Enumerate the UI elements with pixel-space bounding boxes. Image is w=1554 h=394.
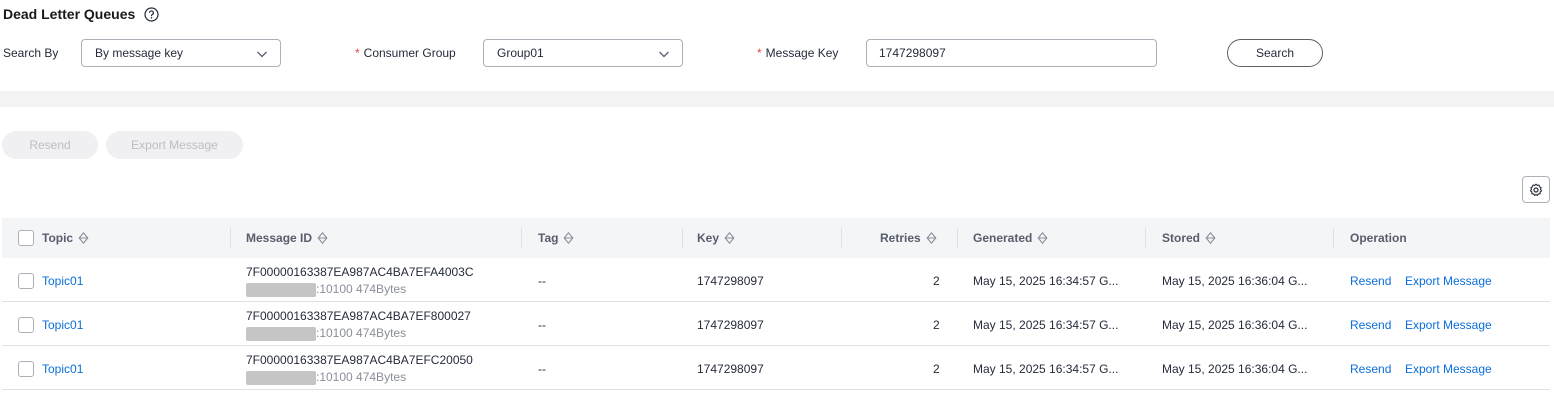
row-export-message-link[interactable]: Export Message [1405, 362, 1492, 376]
sort-icon [724, 232, 735, 244]
column-retries[interactable]: Retries [880, 218, 937, 258]
generated-value: May 15, 2025 16:34:57 G... [973, 362, 1119, 376]
message-id: 7F00000163387EA987AC4BA7EF800027 [246, 309, 471, 323]
required-mark: * [355, 46, 360, 60]
search-by-select[interactable]: By message key [81, 39, 281, 67]
column-key-label: Key [697, 231, 720, 245]
tag-value: -- [538, 274, 546, 288]
table-settings-button[interactable] [1522, 176, 1550, 203]
topic-link[interactable]: Topic01 [42, 318, 83, 332]
search-by-label: Search By [3, 46, 59, 60]
section-divider [0, 91, 1554, 107]
message-key-value: 1747298097 [879, 46, 946, 60]
sort-icon [317, 232, 328, 244]
column-message-id[interactable]: Message ID [246, 218, 328, 258]
column-operation-label: Operation [1350, 231, 1407, 245]
masked-ip [246, 282, 316, 297]
masked-ip [246, 326, 316, 341]
row-resend-link[interactable]: Resend [1350, 362, 1391, 376]
sort-icon [78, 232, 89, 244]
message-address: :10100 474Bytes [246, 326, 406, 341]
column-divider [957, 228, 958, 248]
message-address: :10100 474Bytes [246, 370, 406, 385]
chevron-down-icon [659, 51, 669, 58]
message-key-label-text: Message Key [765, 46, 839, 60]
table-row: Topic01 7F00000163387EA987AC4BA7EFA4003C… [2, 258, 1550, 302]
row-export-message-link[interactable]: Export Message [1405, 318, 1492, 332]
consumer-group-select[interactable]: Group01 [483, 39, 683, 67]
consumer-group-value: Group01 [497, 46, 544, 60]
column-generated-label: Generated [973, 231, 1033, 245]
sort-icon [1037, 232, 1048, 244]
stored-value: May 15, 2025 16:36:04 G... [1162, 318, 1308, 332]
required-mark: * [757, 46, 762, 60]
message-key-label: * Message Key [757, 46, 838, 60]
column-topic[interactable]: Topic [42, 218, 89, 258]
column-tag[interactable]: Tag [538, 218, 574, 258]
column-retries-label: Retries [880, 231, 921, 245]
search-button[interactable]: Search [1227, 39, 1323, 67]
resend-button[interactable]: Resend [2, 131, 98, 159]
question-circle-icon[interactable] [144, 6, 159, 22]
generated-value: May 15, 2025 16:34:57 G... [973, 274, 1119, 288]
row-resend-link[interactable]: Resend [1350, 318, 1391, 332]
retries-value: 2 [933, 274, 940, 288]
column-divider [1333, 228, 1334, 248]
table-row: Topic01 7F00000163387EA987AC4BA7EFC20050… [2, 346, 1550, 390]
chevron-down-icon [257, 51, 267, 58]
page-title: Dead Letter Queues [3, 6, 136, 22]
row-resend-link[interactable]: Resend [1350, 274, 1391, 288]
message-address: :10100 474Bytes [246, 282, 406, 297]
select-all-checkbox[interactable] [18, 230, 34, 246]
column-generated[interactable]: Generated [973, 218, 1048, 258]
topic-link[interactable]: Topic01 [42, 274, 83, 288]
column-divider [230, 228, 231, 248]
key-value: 1747298097 [697, 318, 764, 332]
row-checkbox[interactable] [18, 361, 34, 377]
page-header: Dead Letter Queues [3, 6, 159, 22]
sort-icon [926, 232, 937, 244]
message-size: :10100 474Bytes [316, 282, 407, 296]
table-row: Topic01 7F00000163387EA987AC4BA7EF800027… [2, 302, 1550, 346]
gear-icon [1529, 183, 1543, 196]
stored-value: May 15, 2025 16:36:04 G... [1162, 274, 1308, 288]
column-topic-label: Topic [42, 231, 74, 245]
column-stored-label: Stored [1162, 231, 1201, 245]
consumer-group-label-text: Consumer Group [363, 46, 456, 60]
message-size: :10100 474Bytes [316, 326, 407, 340]
row-checkbox[interactable] [18, 317, 34, 333]
generated-value: May 15, 2025 16:34:57 G... [973, 318, 1119, 332]
masked-ip [246, 370, 316, 385]
message-size: :10100 474Bytes [316, 370, 407, 384]
consumer-group-label: * Consumer Group [355, 46, 456, 60]
column-divider [1145, 228, 1146, 248]
message-key-input[interactable]: 1747298097 [866, 39, 1157, 67]
column-operation: Operation [1350, 218, 1407, 258]
dlq-table: Topic Message ID Tag Key Retries Generat… [2, 218, 1550, 390]
column-divider [682, 228, 683, 248]
row-checkbox[interactable] [18, 273, 34, 289]
column-key[interactable]: Key [697, 218, 735, 258]
export-message-button[interactable]: Export Message [106, 131, 243, 159]
message-id: 7F00000163387EA987AC4BA7EFA4003C [246, 265, 474, 279]
message-id: 7F00000163387EA987AC4BA7EFC20050 [246, 353, 473, 367]
key-value: 1747298097 [697, 362, 764, 376]
column-tag-label: Tag [538, 231, 559, 245]
column-stored[interactable]: Stored [1162, 218, 1216, 258]
column-divider [521, 228, 522, 248]
table-header: Topic Message ID Tag Key Retries Generat… [2, 218, 1550, 258]
column-divider [841, 228, 842, 248]
tag-value: -- [538, 362, 546, 376]
search-by-value: By message key [95, 46, 184, 60]
tag-value: -- [538, 318, 546, 332]
topic-link[interactable]: Topic01 [42, 362, 83, 376]
column-message-id-label: Message ID [246, 231, 313, 245]
retries-value: 2 [933, 362, 940, 376]
sort-icon [563, 232, 574, 244]
key-value: 1747298097 [697, 274, 764, 288]
row-export-message-link[interactable]: Export Message [1405, 274, 1492, 288]
sort-icon [1205, 232, 1216, 244]
retries-value: 2 [933, 318, 940, 332]
stored-value: May 15, 2025 16:36:04 G... [1162, 362, 1308, 376]
